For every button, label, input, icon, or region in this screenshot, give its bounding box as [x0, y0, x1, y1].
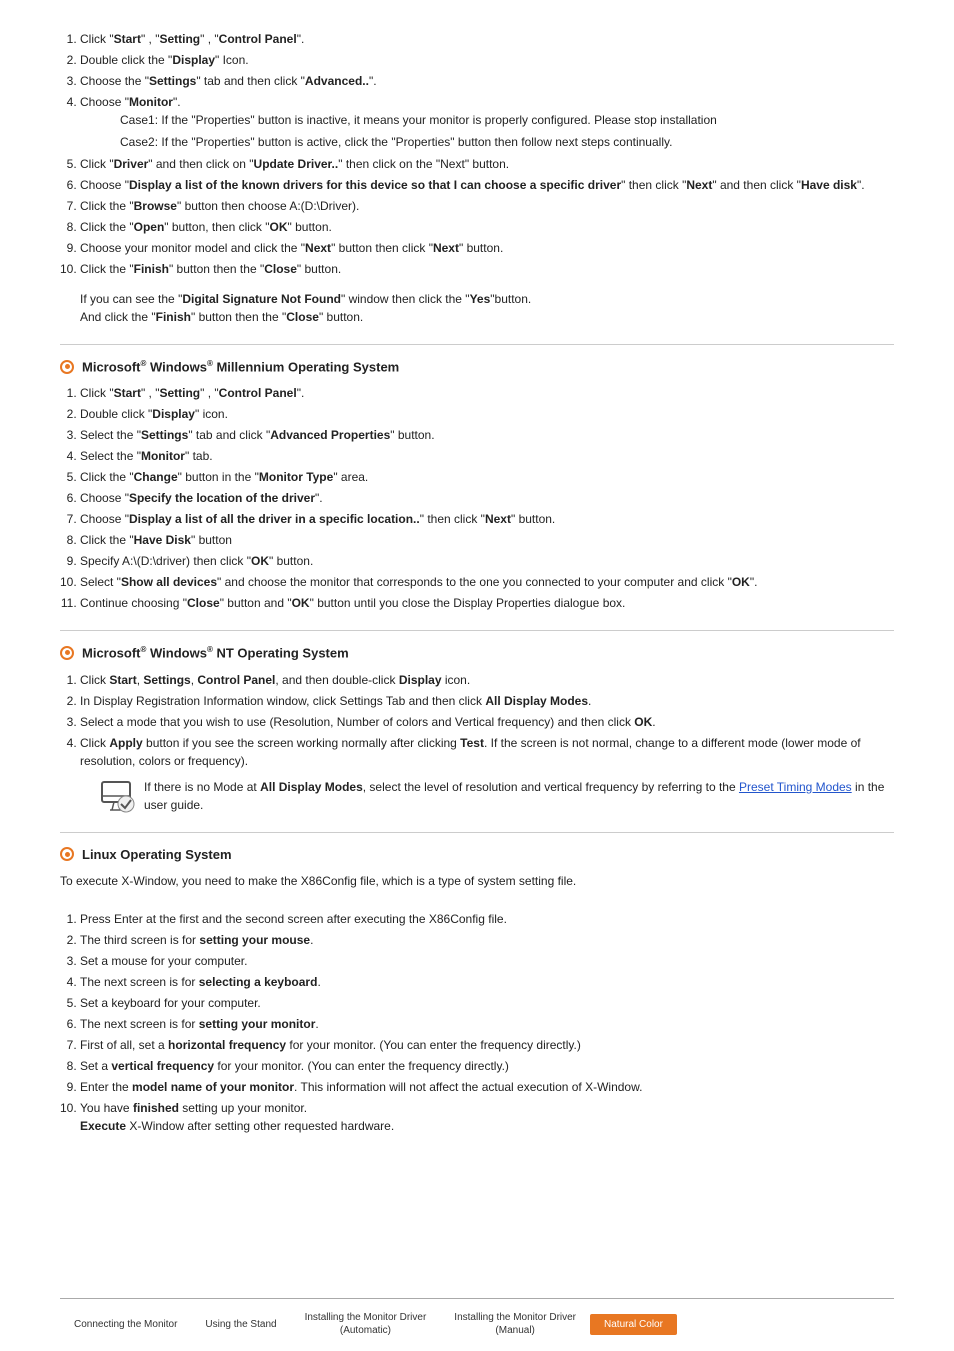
- linux-step-5: Set a keyboard for your computer.: [80, 994, 894, 1012]
- millennium-step-5: Click the "Change" button in the "Monito…: [80, 468, 894, 486]
- linux-step-4: The next screen is for selecting a keybo…: [80, 973, 894, 991]
- millennium-header: Microsoft® Windows® Millennium Operating…: [60, 359, 894, 374]
- win98-case1: Case1: If the "Properties" button is ina…: [120, 111, 894, 129]
- linux-icon: [60, 847, 74, 861]
- linux-step-2: The third screen is for setting your mou…: [80, 931, 894, 949]
- nt-title: Microsoft® Windows® NT Operating System: [82, 645, 349, 660]
- footer: Connecting the Monitor Using the Stand I…: [60, 1298, 894, 1351]
- linux-step-9: Enter the model name of your monitor. Th…: [80, 1078, 894, 1096]
- nt-note-text: If there is no Mode at All Display Modes…: [144, 778, 894, 814]
- win98-step-7: Click the "Browse" button then choose A:…: [80, 197, 894, 215]
- win98-step-10: Click the "Finish" button then the "Clos…: [80, 260, 894, 278]
- page: Click "Start" , "Setting" , "Control Pan…: [0, 0, 954, 1351]
- millennium-steps-list: Click "Start" , "Setting" , "Control Pan…: [80, 384, 894, 612]
- linux-title: Linux Operating System: [82, 847, 232, 862]
- millennium-step-8: Click the "Have Disk" button: [80, 531, 894, 549]
- millennium-icon: [60, 360, 74, 374]
- win98-step-4: Choose "Monitor". Case1: If the "Propert…: [80, 93, 894, 151]
- footer-tab-manual[interactable]: Installing the Monitor Driver(Manual): [440, 1307, 590, 1341]
- linux-header: Linux Operating System: [60, 847, 894, 862]
- millennium-step-9: Specify A:\(D:\driver) then click "OK" b…: [80, 552, 894, 570]
- win98-step-2: Double click the "Display" Icon.: [80, 51, 894, 69]
- win98-step-8: Click the "Open" button, then click "OK"…: [80, 218, 894, 236]
- linux-intro: To execute X-Window, you need to make th…: [60, 872, 894, 890]
- linux-step-10: You have finished setting up your monito…: [80, 1099, 894, 1135]
- linux-step-3: Set a mouse for your computer.: [80, 952, 894, 970]
- millennium-step-2: Double click "Display" icon.: [80, 405, 894, 423]
- linux-step-8: Set a vertical frequency for your monito…: [80, 1057, 894, 1075]
- win98-digital-sig: If you can see the "Digital Signature No…: [80, 290, 894, 326]
- win98-step-1: Click "Start" , "Setting" , "Control Pan…: [80, 30, 894, 48]
- millennium-step-10: Select "Show all devices" and choose the…: [80, 573, 894, 591]
- nt-steps-list: Click Start, Settings, Control Panel, an…: [80, 671, 894, 814]
- millennium-step-3: Select the "Settings" tab and click "Adv…: [80, 426, 894, 444]
- win98-steps-list: Click "Start" , "Setting" , "Control Pan…: [80, 30, 894, 278]
- nt-step-1: Click Start, Settings, Control Panel, an…: [80, 671, 894, 689]
- millennium-step-4: Select the "Monitor" tab.: [80, 447, 894, 465]
- divider-1: [60, 344, 894, 345]
- divider-2: [60, 630, 894, 631]
- millennium-title: Microsoft® Windows® Millennium Operating…: [82, 359, 399, 374]
- win98-case2: Case2: If the "Properties" button is act…: [120, 133, 894, 151]
- millennium-step-1: Click "Start" , "Setting" , "Control Pan…: [80, 384, 894, 402]
- linux-steps-list: Press Enter at the first and the second …: [80, 910, 894, 1135]
- nt-step-2: In Display Registration Information wind…: [80, 692, 894, 710]
- win98-section: Click "Start" , "Setting" , "Control Pan…: [60, 30, 894, 326]
- footer-tab-stand[interactable]: Using the Stand: [191, 1314, 290, 1335]
- footer-tab-connecting[interactable]: Connecting the Monitor: [60, 1314, 191, 1335]
- millennium-step-6: Choose "Specify the location of the driv…: [80, 489, 894, 507]
- win98-step-3: Choose the "Settings" tab and then click…: [80, 72, 894, 90]
- note-icon: [100, 778, 136, 814]
- nt-step-4: Click Apply button if you see the screen…: [80, 734, 894, 814]
- millennium-step-11: Continue choosing "Close" button and "OK…: [80, 594, 894, 612]
- nt-note-box: If there is no Mode at All Display Modes…: [100, 778, 894, 814]
- win98-step-5: Click "Driver" and then click on "Update…: [80, 155, 894, 173]
- linux-step-6: The next screen is for setting your moni…: [80, 1015, 894, 1033]
- millennium-section: Microsoft® Windows® Millennium Operating…: [60, 359, 894, 612]
- nt-section: Microsoft® Windows® NT Operating System …: [60, 645, 894, 813]
- nt-step-3: Select a mode that you wish to use (Reso…: [80, 713, 894, 731]
- linux-step-1: Press Enter at the first and the second …: [80, 910, 894, 928]
- win98-step-9: Choose your monitor model and click the …: [80, 239, 894, 257]
- nt-icon: [60, 646, 74, 660]
- nt-header: Microsoft® Windows® NT Operating System: [60, 645, 894, 660]
- divider-3: [60, 832, 894, 833]
- main-content: Click "Start" , "Setting" , "Control Pan…: [60, 30, 894, 1278]
- preset-timing-link[interactable]: Preset Timing Modes: [739, 780, 852, 794]
- linux-section: Linux Operating System To execute X-Wind…: [60, 847, 894, 1135]
- footer-tab-auto[interactable]: Installing the Monitor Driver(Automatic): [291, 1307, 441, 1341]
- footer-tab-natural-color[interactable]: Natural Color: [590, 1314, 677, 1335]
- linux-step-7: First of all, set a horizontal frequency…: [80, 1036, 894, 1054]
- win98-step-6: Choose "Display a list of the known driv…: [80, 176, 894, 194]
- millennium-step-7: Choose "Display a list of all the driver…: [80, 510, 894, 528]
